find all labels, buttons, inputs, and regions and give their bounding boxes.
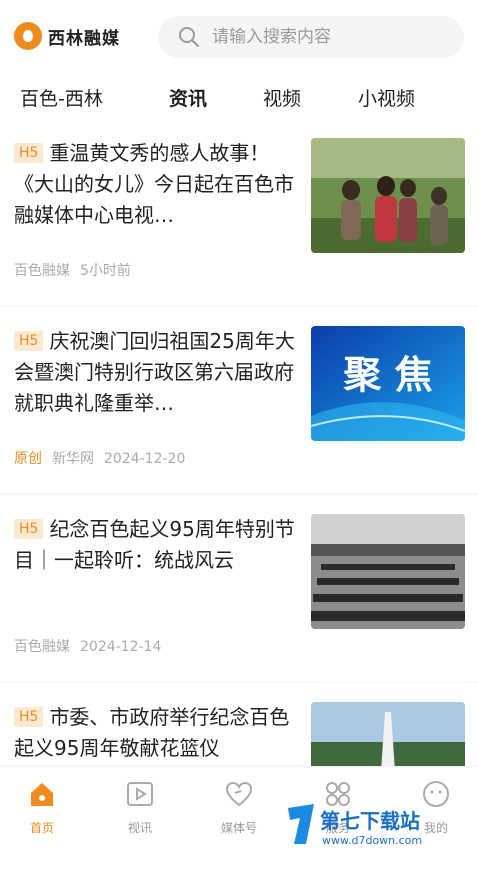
watermark-url: www.d7down.com xyxy=(322,834,422,847)
article-source: 百色融媒 xyxy=(14,263,70,279)
h5-badge: H5 xyxy=(14,331,44,351)
article-thumbnail[interactable] xyxy=(311,138,465,253)
logo-icon xyxy=(14,22,42,50)
article-meta: 原创 新华网 2024-12-20 xyxy=(14,448,195,468)
article-title-text: 重温黄文秀的感人故事！《大山的女儿》今日起在百色市融媒体中心电视… xyxy=(14,141,294,227)
search-icon xyxy=(179,27,199,47)
article-card[interactable]: H5 纪念百色起义95周年特别节目｜一起聆听：统战风云 百色融媒 2024-12-1… xyxy=(0,496,478,683)
thumbnail-focus-banner: 聚 焦 xyxy=(311,326,465,441)
watermark-logo-icon xyxy=(288,804,314,844)
original-tag: 原创 xyxy=(14,451,42,467)
tab-short-video[interactable]: 小视频 xyxy=(358,84,415,111)
site-watermark: 第七下载站 www.d7down.com xyxy=(284,800,474,848)
article-time: 2024-12-14 xyxy=(80,639,162,655)
article-title-text: 庆祝澳门回归祖国25周年大会暨澳门特别行政区第六届政府就职典礼隆重举… xyxy=(14,329,295,415)
article-card[interactable]: H5 庆祝澳门回归祖国25周年大会暨澳门特别行政区第六届政府就职典礼隆重举… 原创… xyxy=(0,308,478,495)
article-thumbnail[interactable] xyxy=(311,514,465,629)
article-title-text: 市委、市政府举行纪念百色起义95周年敬献花篮仪 xyxy=(14,705,290,760)
article-time: 2024-12-20 xyxy=(104,451,186,467)
watermark-text: 第七下载站 xyxy=(320,809,420,833)
tab-news[interactable]: 资讯 xyxy=(169,84,207,111)
article-title-text: 纪念百色起义95周年特别节目｜一起聆听：统战风云 xyxy=(14,517,295,572)
tab-video[interactable]: 视频 xyxy=(263,84,301,111)
app-header: 西林融媒 xyxy=(0,0,478,72)
article-card[interactable]: H5 重温黄文秀的感人故事！《大山的女儿》今日起在百色市融媒体中心电视… 百色融媒… xyxy=(0,120,478,307)
article-title[interactable]: H5 纪念百色起义95周年特别节目｜一起聆听：统战风云 xyxy=(14,514,296,576)
search-bar[interactable] xyxy=(158,16,464,58)
nav-home[interactable]: 首页 xyxy=(2,779,82,836)
article-title[interactable]: H5 重温黄文秀的感人故事！《大山的女儿》今日起在百色市融媒体中心电视… xyxy=(14,138,296,231)
nav-video[interactable]: 视讯 xyxy=(100,779,180,836)
nav-label: 视讯 xyxy=(127,821,152,835)
article-source: 百色融媒 xyxy=(14,639,70,655)
article-title[interactable]: H5 市委、市政府举行纪念百色起义95周年敬献花篮仪 xyxy=(14,702,296,764)
nav-label: 首页 xyxy=(29,821,54,835)
tab-baise-xilin[interactable]: 百色-西林 xyxy=(20,84,103,111)
search-input[interactable] xyxy=(210,26,454,48)
article-meta: 百色融媒 5小时前 xyxy=(14,260,141,280)
thumbnail-image-people-field xyxy=(311,138,465,253)
h5-badge: H5 xyxy=(14,519,44,539)
video-play-icon xyxy=(127,782,153,806)
thumbnail-text: 聚 焦 xyxy=(342,353,432,397)
thumbnail-historic-parade xyxy=(311,514,465,629)
app-logo[interactable]: 西林融媒 xyxy=(14,22,120,50)
article-title[interactable]: H5 庆祝澳门回归祖国25周年大会暨澳门特别行政区第六届政府就职典礼隆重举… xyxy=(14,326,296,419)
nav-media[interactable]: 媒体号 xyxy=(199,779,279,836)
article-time: 5小时前 xyxy=(80,263,131,279)
article-source: 新华网 xyxy=(52,451,94,467)
article-meta: 百色融媒 2024-12-14 xyxy=(14,636,171,656)
home-icon xyxy=(31,783,53,806)
heart-link-icon xyxy=(225,781,253,807)
article-thumbnail[interactable]: 聚 焦 xyxy=(311,326,465,441)
h5-badge: H5 xyxy=(14,143,44,163)
nav-label: 媒体号 xyxy=(220,821,257,835)
logo-text: 西林融媒 xyxy=(48,28,120,49)
category-tabs: 百色-西林 资讯 视频 小视频 xyxy=(0,78,478,118)
h5-badge: H5 xyxy=(14,707,44,727)
